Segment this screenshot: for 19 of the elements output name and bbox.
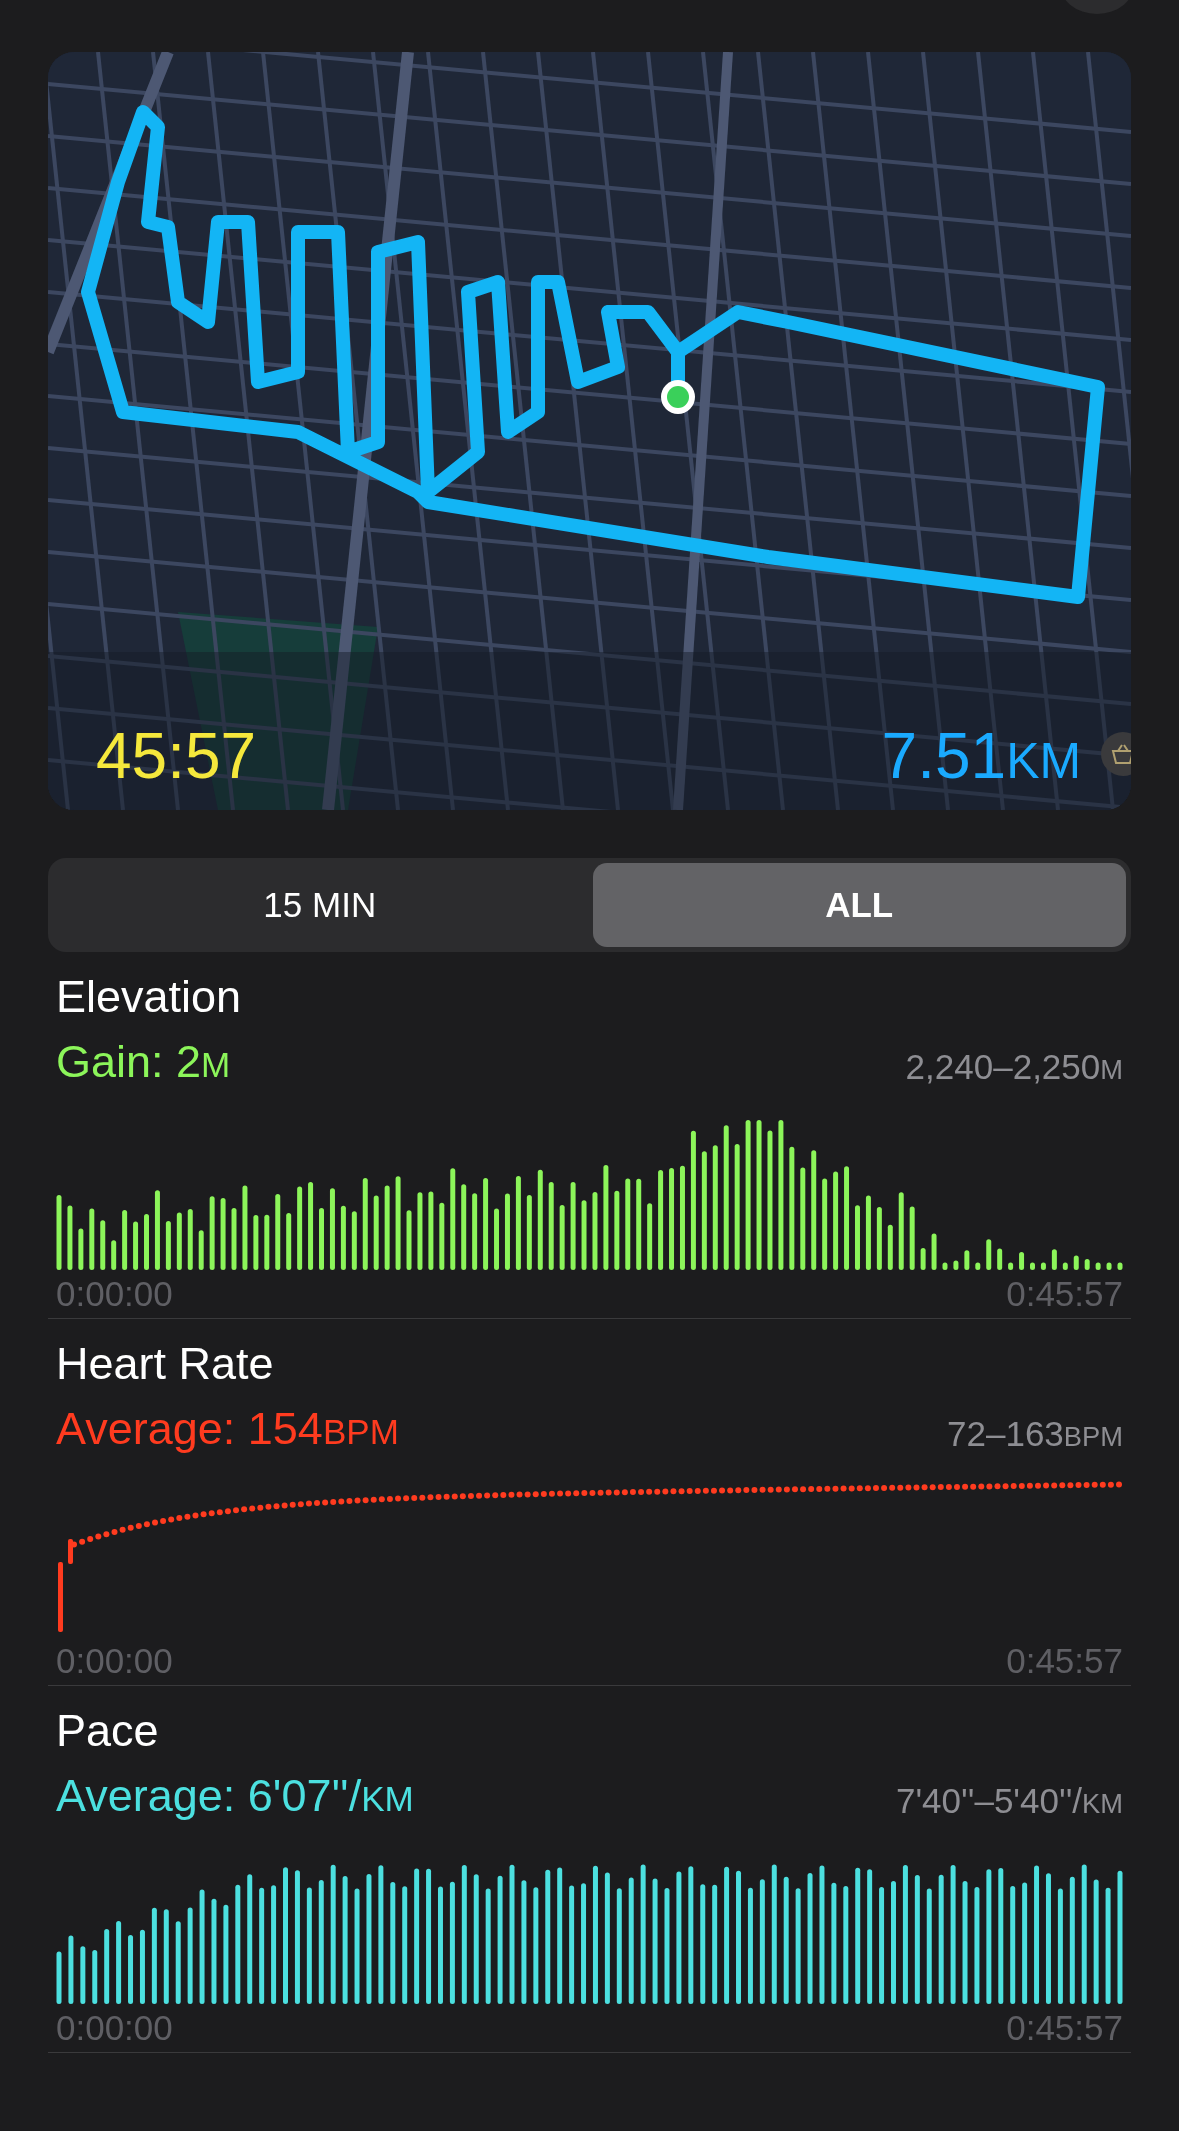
start-time: 0:00:00	[56, 1641, 173, 1681]
metric-summary: Average: 154BPM	[56, 1406, 399, 1451]
start-time: 0:00:00	[56, 2008, 173, 2048]
workout-distance: 7.51KM	[881, 724, 1081, 788]
metric-summary: Gain: 2M	[56, 1039, 231, 1084]
metric-range: 2,240–2,250M	[905, 1049, 1123, 1084]
metric-range: 7'40''–5'40''/KM	[895, 1783, 1123, 1818]
segment-tab[interactable]: 15 MIN	[53, 863, 587, 947]
end-time: 0:45:57	[1006, 1641, 1123, 1681]
metric-title: Elevation	[56, 974, 243, 1019]
metric-range: 72–163BPM	[947, 1416, 1123, 1451]
workout-duration: 45:57	[96, 724, 257, 788]
metric-title: Heart Rate	[56, 1341, 275, 1386]
metric-title: Pace	[56, 1708, 160, 1753]
end-time: 0:45:57	[1006, 2008, 1123, 2048]
segment-tab[interactable]: ALL	[592, 863, 1126, 947]
start-time: 0:00:00	[56, 1274, 173, 1314]
metric-summary: Average: 6'07''/KM	[56, 1773, 414, 1818]
end-time: 0:45:57	[1006, 1274, 1123, 1314]
